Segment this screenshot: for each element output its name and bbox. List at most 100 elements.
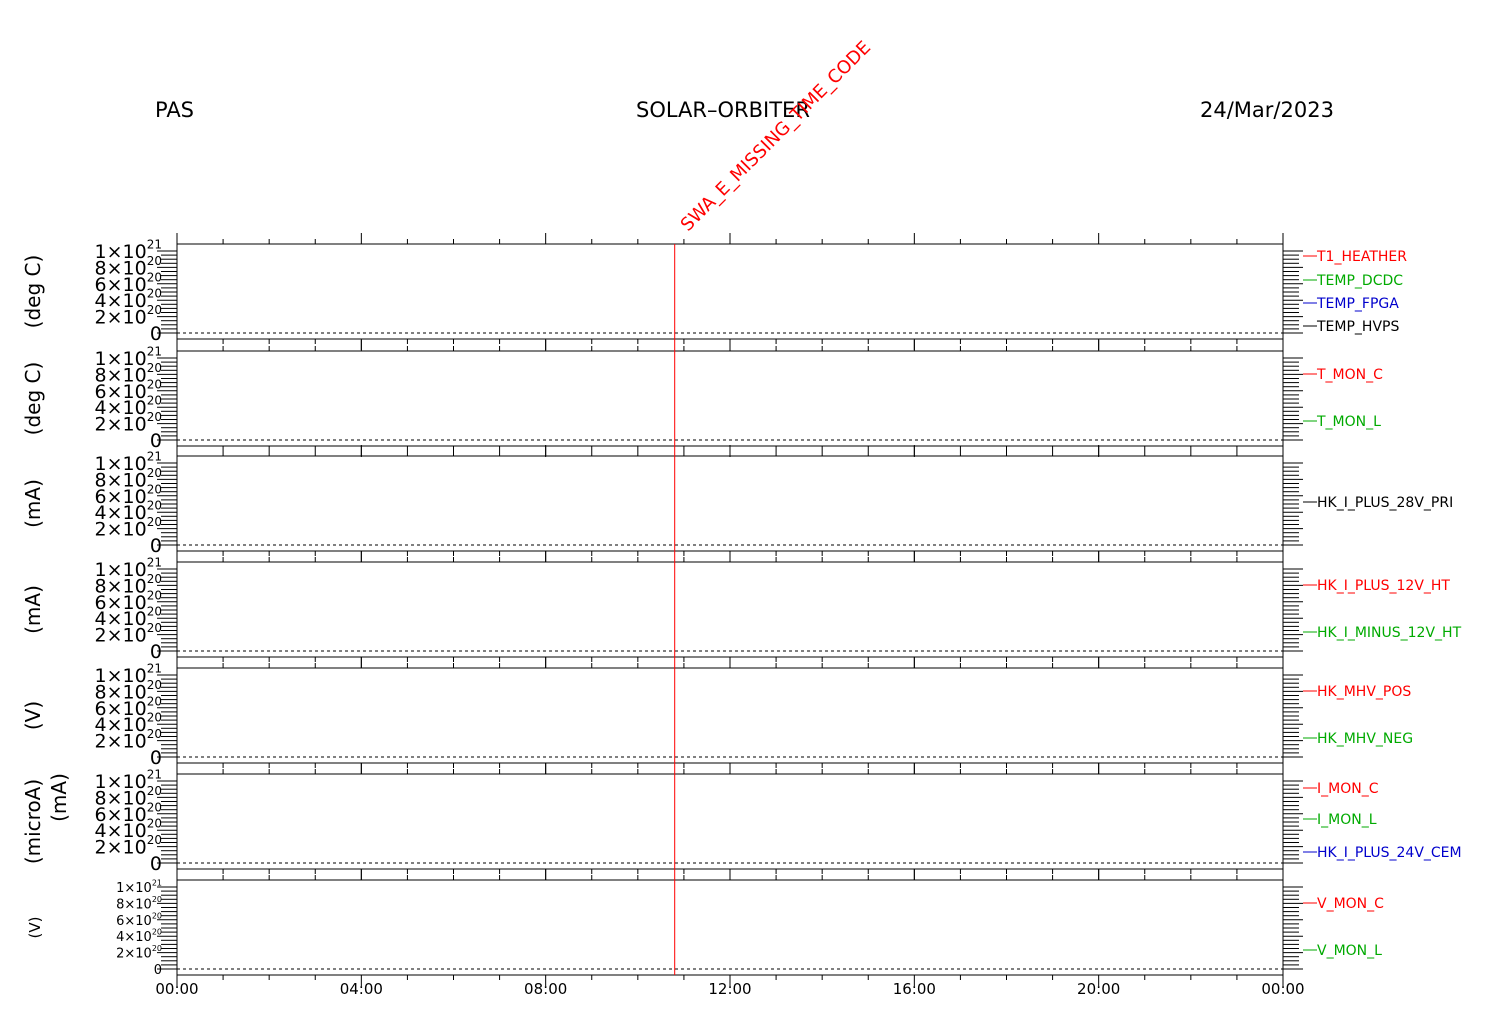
legend-label: V_MON_C [1317,896,1384,912]
y-tick-exponent: 20 [147,800,162,814]
y-tick-exponent: 21 [147,345,162,359]
y-tick-mantissa: 4×10 [116,930,152,945]
x-tick-label: 00:00 [1261,980,1304,998]
instrument-title: PAS [155,98,194,122]
y-tick-label: 0 [150,535,162,557]
legend-label: HK_I_PLUS_28V_PRI [1317,495,1453,511]
legend-label: I_MON_C [1317,781,1379,797]
panel-frame [176,667,1284,764]
y-tick-exponent: 21 [152,879,162,888]
panel-6: 02×10204×10206×10208×10201×1021(microA)(… [21,763,1462,880]
legend-label: I_MON_L [1317,812,1377,828]
y-tick-label: 6×1020 [116,911,162,929]
y-tick-label: 0 [150,641,162,663]
y-tick-exponent: 20 [152,895,162,904]
legend-label: HK_MHV_POS [1317,684,1411,700]
legend-label: TEMP_DCDC [1316,273,1403,289]
y-tick-mantissa: 0 [154,963,162,978]
y-tick-exponent: 20 [147,270,162,284]
y-tick-exponent: 20 [147,678,162,692]
y-tick-exponent: 20 [147,515,162,529]
panel-frame [176,243,1284,340]
panel-3: 02×10204×10206×10208×10201×1021(mA) HK_I_… [21,445,1453,562]
y-tick-exponent: 21 [147,556,162,570]
panel-frame [176,879,1284,976]
y-tick-exponent: 20 [147,361,162,375]
panel-7: 02×10204×10206×10208×10201×1021(V)V_MON_… [26,869,1384,986]
x-tick-label: 12:00 [708,980,751,998]
panel-2: 02×10204×10206×10208×10201×1021(deg C) T_… [21,340,1383,457]
panels-group: 02×10204×10206×10208×10201×1021(deg C) T1… [21,233,1462,986]
y-tick-exponent: 20 [147,377,162,391]
y-tick-mantissa: 1×10 [95,665,147,687]
legend-label: HK_I_PLUS_12V_HT [1317,578,1450,594]
y-tick-exponent: 20 [152,928,162,937]
event-marker: SWA_E_MISSING_TIME_CODE [674,37,875,975]
legend-label: TEMP_HVPS [1316,319,1399,335]
y-tick-exponent: 20 [147,482,162,496]
y-tick-exponent: 21 [147,768,162,782]
time-axis: 00:00 04:00 08:00 12:00 16:00 20:00 00:00 [155,980,1304,998]
y-tick-exponent: 20 [147,410,162,424]
y-tick-exponent: 20 [152,911,162,920]
y-tick-mantissa: 0 [150,641,162,663]
y-tick-mantissa: 0 [150,323,162,345]
y-tick-label: 2×1020 [116,944,162,962]
y-tick-exponent: 20 [147,711,162,725]
legend-label: HK_I_MINUS_12V_HT [1317,625,1462,641]
y-tick-exponent: 20 [147,303,162,317]
y-tick-exponent: 20 [147,621,162,635]
legend-label: T_MON_C [1316,367,1383,383]
y-tick-exponent: 20 [147,817,162,831]
y-tick-exponent: 20 [147,254,162,268]
y-tick-exponent: 20 [147,394,162,408]
housekeeping-timeseries-chart: PAS SOLAR–ORBITER 24/Mar/2023 02×10204×1… [21,37,1462,998]
y-tick-exponent: 20 [147,833,162,847]
panel-1: 02×10204×10206×10208×10201×1021(deg C) T1… [21,233,1407,350]
y-tick-label: 0 [150,323,162,345]
panel-5: 02×10204×10206×10208×10201×1021(V)HK_MHV… [21,657,1413,774]
y-tick-label: 4×1020 [116,928,162,946]
y-axis-label: (mA) [21,585,45,634]
y-tick-exponent: 20 [147,466,162,480]
legend-label: T1_HEATHER [1316,249,1407,265]
y-axis-label: (deg C) [21,255,45,329]
y-tick-label: 0 [154,963,162,978]
y-tick-exponent: 20 [147,605,162,619]
y-tick-mantissa: 8×10 [116,897,152,912]
legend-label: T_MON_L [1316,414,1381,430]
panel-frame [176,773,1284,870]
y-axis-label: (mA) [21,479,45,528]
y-tick-exponent: 20 [152,944,162,953]
y-tick-mantissa: 6×10 [116,914,152,929]
panel-4: 02×10204×10206×10208×10201×1021(mA) HK_I_… [21,551,1462,668]
y-tick-exponent: 20 [147,694,162,708]
x-tick-label: 16:00 [893,980,936,998]
y-tick-exponent: 20 [147,588,162,602]
x-tick-label: 08:00 [524,980,567,998]
legend-label: V_MON_L [1317,943,1382,959]
y-tick-mantissa: 1×10 [116,881,152,896]
legend-label: TEMP_FPGA [1316,296,1399,312]
y-tick-mantissa: 2×10 [116,947,152,962]
y-tick-label: 0 [150,853,162,875]
x-tick-label: 20:00 [1077,980,1120,998]
y-axis-label: (V) [26,917,44,939]
y-tick-mantissa: 1×10 [95,771,147,793]
y-tick-mantissa: 1×10 [95,241,147,263]
date-title: 24/Mar/2023 [1200,98,1334,122]
y-tick-exponent: 21 [147,238,162,252]
y-tick-mantissa: 1×10 [95,559,147,581]
y-axis-label: (deg C) [21,362,45,436]
y-tick-exponent: 20 [147,784,162,798]
panel-frame [176,561,1284,658]
y-tick-mantissa: 0 [150,853,162,875]
y-axis-label: (V) [21,701,45,730]
panel-frame [176,455,1284,552]
y-tick-mantissa: 0 [150,535,162,557]
x-tick-label: 04:00 [340,980,383,998]
y-axis-label-overlap: (mA) [47,773,71,822]
legend-label: HK_MHV_NEG [1317,731,1413,747]
y-tick-label: 1×1021 [116,879,162,897]
y-tick-exponent: 20 [147,727,162,741]
